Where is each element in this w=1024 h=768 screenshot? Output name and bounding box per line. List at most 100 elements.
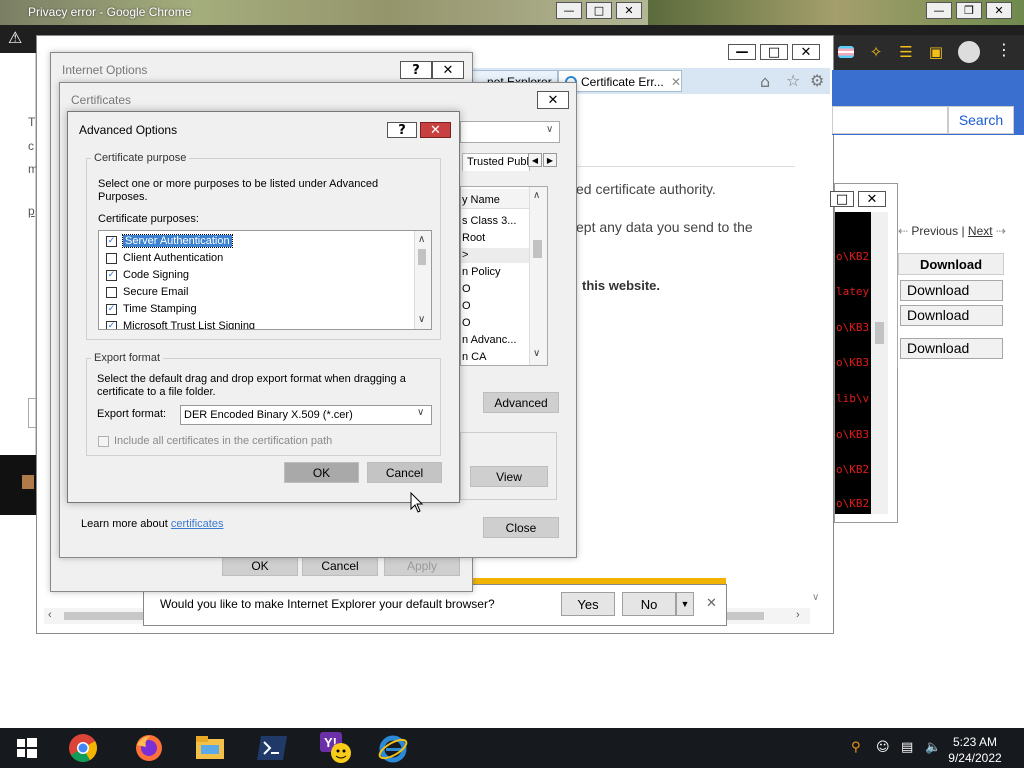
scrollbar-thumb[interactable] <box>875 322 884 344</box>
certificate-list-scrollbar[interactable] <box>529 187 547 365</box>
powershell-app-icon[interactable] <box>254 731 290 765</box>
purpose-item-microsoft-trust-list-signing[interactable]: ✓ Microsoft Trust List Signing <box>106 318 414 329</box>
ok-button[interactable]: OK <box>222 556 298 576</box>
download-button[interactable]: Download <box>900 338 1003 359</box>
purpose-item-code-signing[interactable]: ✓ Code Signing <box>106 267 189 283</box>
list-item[interactable]: O <box>462 317 471 329</box>
chrome-menu-icon[interactable]: ⋮ <box>996 40 1012 59</box>
export-format-select[interactable]: DER Encoded Binary X.509 (*.cer) <box>180 405 432 425</box>
home-icon[interactable]: ⌂ <box>760 72 770 91</box>
intended-purpose-select[interactable] <box>460 121 560 143</box>
list-item[interactable]: n Advanc... <box>462 334 516 346</box>
checkbox-checked-icon[interactable]: ✓ <box>106 269 117 281</box>
extension-flag-icon[interactable] <box>836 42 856 62</box>
list-item[interactable]: Root <box>462 232 485 244</box>
advanced-button[interactable]: Advanced <box>483 392 559 413</box>
network-tray-icon[interactable]: ▤ <box>901 740 913 755</box>
close-icon[interactable]: ✕ <box>858 191 886 207</box>
scroll-down-arrow-icon[interactable]: ∨ <box>418 314 425 325</box>
download-button[interactable]: Download <box>900 305 1003 326</box>
close-button[interactable]: Close <box>483 517 559 538</box>
scroll-up-arrow-icon[interactable]: ∧ <box>533 190 540 201</box>
list-item[interactable]: > <box>462 249 468 261</box>
close-icon[interactable]: ✕ <box>537 91 569 109</box>
close-tab-icon[interactable]: ✕ <box>671 75 681 89</box>
apply-button[interactable]: Apply <box>384 556 460 576</box>
minimize-icon[interactable]: — <box>728 44 756 60</box>
no-button[interactable]: No <box>622 592 676 616</box>
certificates-help-link[interactable]: certificates <box>171 518 224 530</box>
list-item[interactable]: O <box>462 300 471 312</box>
close-icon[interactable]: ✕ <box>616 2 642 19</box>
close-icon[interactable]: ✕ <box>986 2 1012 19</box>
ok-button[interactable]: OK <box>284 462 359 483</box>
file-explorer-app-icon[interactable] <box>192 731 228 765</box>
side-panel-icon[interactable]: ▣ <box>926 42 946 62</box>
purpose-item-time-stamping[interactable]: ✓ Time Stamping <box>106 301 197 317</box>
checkbox-checked-icon[interactable]: ✓ <box>106 320 117 329</box>
close-icon[interactable]: ✕ <box>432 61 464 79</box>
view-button[interactable]: View <box>470 466 548 487</box>
windows-start-icon[interactable] <box>9 731 45 765</box>
cancel-button[interactable]: Cancel <box>367 462 442 483</box>
scrollbar-thumb[interactable] <box>533 240 542 258</box>
tab-trusted-publishers[interactable]: Trusted Publ <box>462 153 530 171</box>
volume-tray-icon[interactable]: 🔈 <box>925 740 941 755</box>
previous-link[interactable]: Previous <box>911 224 958 238</box>
profile-avatar-icon[interactable] <box>958 41 980 63</box>
checkbox-checked-icon[interactable]: ✓ <box>106 303 117 315</box>
purpose-item-secure-email[interactable]: Secure Email <box>106 284 188 300</box>
download-button[interactable]: Download <box>900 280 1003 301</box>
extensions-puzzle-icon[interactable]: ✧ <box>866 42 886 62</box>
close-notification-icon[interactable]: ✕ <box>706 596 717 611</box>
help-icon[interactable]: ? <box>387 122 417 138</box>
yes-button[interactable]: Yes <box>561 592 615 616</box>
list-item[interactable]: s Class 3... <box>462 215 516 227</box>
ie-vertical-scrollbar[interactable] <box>810 100 824 605</box>
list-item[interactable]: n Policy <box>462 266 501 278</box>
close-icon[interactable]: ✕ <box>792 44 820 60</box>
include-all-certs-option[interactable]: Include all certificates in the certific… <box>98 435 332 447</box>
maximize-icon[interactable]: □ <box>830 191 854 207</box>
maximize-icon[interactable]: □ <box>760 44 788 60</box>
internet-explorer-app-icon[interactable] <box>375 731 411 765</box>
maximize-icon[interactable]: □ <box>586 2 612 19</box>
chrome-page-link[interactable]: p <box>28 204 35 218</box>
chrome-app-icon[interactable] <box>65 731 101 765</box>
search-button[interactable]: Search <box>948 106 1014 134</box>
search-input[interactable] <box>832 106 948 134</box>
tab-scroll-left-icon[interactable]: ◀ <box>528 153 542 167</box>
next-link[interactable]: Next <box>968 224 993 238</box>
purpose-item-client-authentication[interactable]: Client Authentication <box>106 250 223 266</box>
help-icon[interactable]: ? <box>400 61 432 79</box>
minimize-icon[interactable]: — <box>926 2 952 19</box>
emoji-tray-icon[interactable]: ☺ <box>876 740 890 755</box>
list-item[interactable]: n CA <box>462 351 486 363</box>
purpose-item-server-authentication[interactable]: ✓ Server Authentication <box>106 233 233 249</box>
close-icon[interactable]: ✕ <box>420 122 451 138</box>
restore-icon[interactable]: ❐ <box>956 2 982 19</box>
media-queue-icon[interactable]: ☰ <box>896 42 916 62</box>
terminal-scrollbar[interactable] <box>871 212 888 514</box>
scrollbar-thumb[interactable] <box>418 249 426 265</box>
yahoo-messenger-app-icon[interactable]: Y! <box>318 731 354 765</box>
firefox-app-icon[interactable] <box>131 731 167 765</box>
cancel-button[interactable]: Cancel <box>302 556 378 576</box>
scroll-right-arrow-icon[interactable]: › <box>796 609 800 621</box>
scroll-left-arrow-icon[interactable]: ‹ <box>48 609 52 621</box>
checkbox-unchecked-icon[interactable] <box>106 286 117 298</box>
checkbox-checked-icon[interactable]: ✓ <box>106 235 117 247</box>
minimize-icon[interactable]: — <box>556 2 582 19</box>
favorites-star-icon[interactable]: ☆ <box>786 71 800 90</box>
scroll-down-arrow-icon[interactable]: ∨ <box>812 592 819 603</box>
taskbar-clock[interactable]: 5:23 AM 9/24/2022 <box>940 734 1010 766</box>
search-tray-icon[interactable]: ⚲ <box>851 740 861 755</box>
list-item[interactable]: O <box>462 283 471 295</box>
checkbox-disabled-icon[interactable] <box>98 435 109 447</box>
scroll-down-arrow-icon[interactable]: ∨ <box>533 348 540 359</box>
scroll-up-arrow-icon[interactable]: ∧ <box>418 234 425 245</box>
tab-scroll-right-icon[interactable]: ▶ <box>543 153 557 167</box>
tools-gear-icon[interactable]: ⚙ <box>810 71 824 90</box>
checkbox-unchecked-icon[interactable] <box>106 252 117 264</box>
no-dropdown-icon[interactable]: ▼ <box>676 592 694 616</box>
